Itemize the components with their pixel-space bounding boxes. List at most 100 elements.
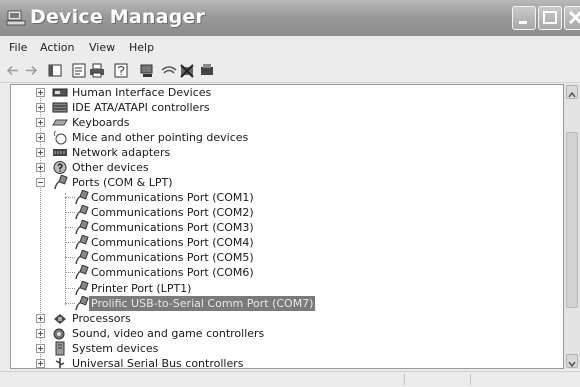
tree-item-ide-ata-atapi-controllers[interactable]: IDE ATA/ATAPI controllers	[36, 100, 436, 115]
vertical-scrollbar[interactable]	[564, 84, 580, 369]
tree-item-com2[interactable]: Communications Port (COM2)	[73, 205, 493, 220]
tree-item-label: Communications Port (COM2)	[91, 206, 254, 219]
tree-item-mice[interactable]: Mice and other pointing devices	[36, 130, 436, 145]
tree-item-label: System devices	[72, 342, 159, 355]
computer-icon	[6, 10, 26, 26]
tree-item-label: Communications Port (COM5)	[91, 251, 254, 264]
tree-item-label: Prolific USB-to-Serial Comm Port (COM7)	[89, 296, 316, 311]
expand-toggle[interactable]	[36, 329, 45, 338]
menu-help[interactable]: Help	[129, 41, 154, 54]
processor-icon	[54, 314, 66, 324]
tree-item-label: Sound, video and game controllers	[72, 327, 265, 340]
tree-item-label: IDE ATA/ATAPI controllers	[72, 101, 210, 114]
port-connector-icon	[75, 250, 89, 265]
expand-toggle[interactable]	[36, 344, 45, 353]
close-button[interactable]	[564, 6, 580, 30]
tree-item-ports[interactable]: Ports (COM & LPT)	[36, 175, 436, 190]
tree-item-label: Printer Port (LPT1)	[91, 282, 192, 295]
maximize-icon	[543, 11, 557, 24]
expand-toggle[interactable]	[36, 163, 45, 172]
tree-item-com6[interactable]: Communications Port (COM6)	[73, 265, 493, 280]
show-hide-tree-icon[interactable]	[46, 62, 64, 79]
scan-hardware-icon[interactable]	[138, 62, 156, 79]
tree-item-other-devices[interactable]: Other devices	[36, 160, 436, 175]
expand-toggle[interactable]	[36, 118, 45, 127]
tree-item-com4[interactable]: Communications Port (COM4)	[73, 235, 493, 250]
toolbar	[0, 60, 580, 83]
tree-item-processors[interactable]: Processors	[36, 311, 436, 326]
tree-item-label: Communications Port (COM6)	[91, 266, 254, 279]
minimize-icon	[519, 21, 527, 24]
menu-action[interactable]: Action	[40, 41, 74, 54]
disable-icon[interactable]	[198, 62, 216, 79]
forward-arrow-icon[interactable]	[22, 62, 40, 79]
usb-controller-icon	[55, 358, 65, 368]
menu-view[interactable]: View	[89, 41, 115, 54]
tree-item-label: Communications Port (COM4)	[91, 236, 254, 249]
tree-item-prolific-com7[interactable]: Prolific USB-to-Serial Comm Port (COM7)	[73, 296, 493, 311]
tree-item-sound-video-game[interactable]: Sound, video and game controllers	[36, 326, 436, 341]
menu-file[interactable]: File	[9, 41, 27, 54]
port-connector-icon	[54, 175, 68, 190]
port-connector-icon	[75, 205, 89, 220]
tree-item-label: Communications Port (COM1)	[91, 191, 254, 204]
expand-toggle[interactable]	[36, 88, 45, 97]
tree-item-label: Other devices	[72, 161, 149, 174]
properties-icon[interactable]	[70, 62, 88, 79]
tree-item-usb-controllers[interactable]: Universal Serial Bus controllers	[36, 356, 436, 369]
network-adapter-icon	[53, 149, 67, 156]
human-interface-device-icon	[52, 88, 68, 97]
unknown-device-icon	[53, 161, 67, 174]
expand-toggle[interactable]	[36, 133, 45, 142]
ide-controller-icon	[52, 102, 68, 113]
scroll-down-button[interactable]	[566, 354, 578, 368]
chevron-up-icon	[568, 91, 576, 98]
maximize-button[interactable]	[538, 6, 562, 30]
tree-item-com5[interactable]: Communications Port (COM5)	[73, 250, 493, 265]
scroll-thumb[interactable]	[566, 132, 578, 308]
window-title: Device Manager	[30, 6, 206, 28]
tree-item-label: Ports (COM & LPT)	[72, 176, 173, 189]
tree-item-com1[interactable]: Communications Port (COM1)	[73, 190, 493, 205]
expand-toggle[interactable]	[36, 359, 45, 368]
tree-item-com3[interactable]: Communications Port (COM3)	[73, 220, 493, 235]
tree-item-label: Mice and other pointing devices	[72, 131, 249, 144]
back-arrow-icon[interactable]	[4, 62, 22, 79]
port-connector-icon	[75, 281, 89, 296]
collapse-toggle[interactable]	[36, 178, 45, 187]
title-bar[interactable]: Device Manager	[0, 0, 580, 36]
tree-item-keyboards[interactable]: Keyboards	[36, 115, 436, 130]
expand-toggle[interactable]	[36, 314, 45, 323]
status-bar	[0, 371, 580, 387]
device-manager-window: Device Manager File Action View Help Hum…	[0, 0, 580, 387]
minimize-button[interactable]	[512, 6, 536, 30]
close-icon	[568, 10, 580, 25]
device-tree[interactable]: Human Interface Devices IDE ATA/ATAPI co…	[10, 84, 564, 369]
tree-item-network-adapters[interactable]: Network adapters	[36, 145, 436, 160]
port-connector-icon	[75, 235, 89, 250]
port-connector-icon	[75, 265, 89, 280]
print-icon[interactable]	[88, 62, 106, 79]
uninstall-icon[interactable]	[178, 62, 196, 79]
keyboard-icon	[52, 119, 68, 126]
scroll-up-button[interactable]	[566, 85, 578, 99]
port-connector-icon	[75, 296, 89, 311]
tree-item-lpt1[interactable]: Printer Port (LPT1)	[73, 281, 493, 296]
status-divider	[470, 374, 471, 385]
chevron-down-icon	[568, 361, 576, 368]
status-divider	[404, 374, 405, 385]
tree-item-system-devices[interactable]: System devices	[36, 341, 436, 356]
help-icon[interactable]	[112, 62, 130, 79]
tree-item-label: Universal Serial Bus controllers	[72, 357, 244, 369]
tree-item-label: Human Interface Devices	[72, 86, 212, 99]
tree-item-label: Network adapters	[72, 146, 171, 159]
sound-icon	[53, 328, 65, 340]
expand-toggle[interactable]	[36, 103, 45, 112]
tree-item-label: Communications Port (COM3)	[91, 221, 254, 234]
mouse-icon	[53, 130, 67, 145]
expand-toggle[interactable]	[36, 148, 45, 157]
system-device-icon	[55, 341, 65, 356]
port-connector-icon	[75, 190, 89, 205]
update-driver-icon[interactable]	[160, 62, 178, 79]
tree-item-human-interface-devices[interactable]: Human Interface Devices	[36, 85, 436, 100]
